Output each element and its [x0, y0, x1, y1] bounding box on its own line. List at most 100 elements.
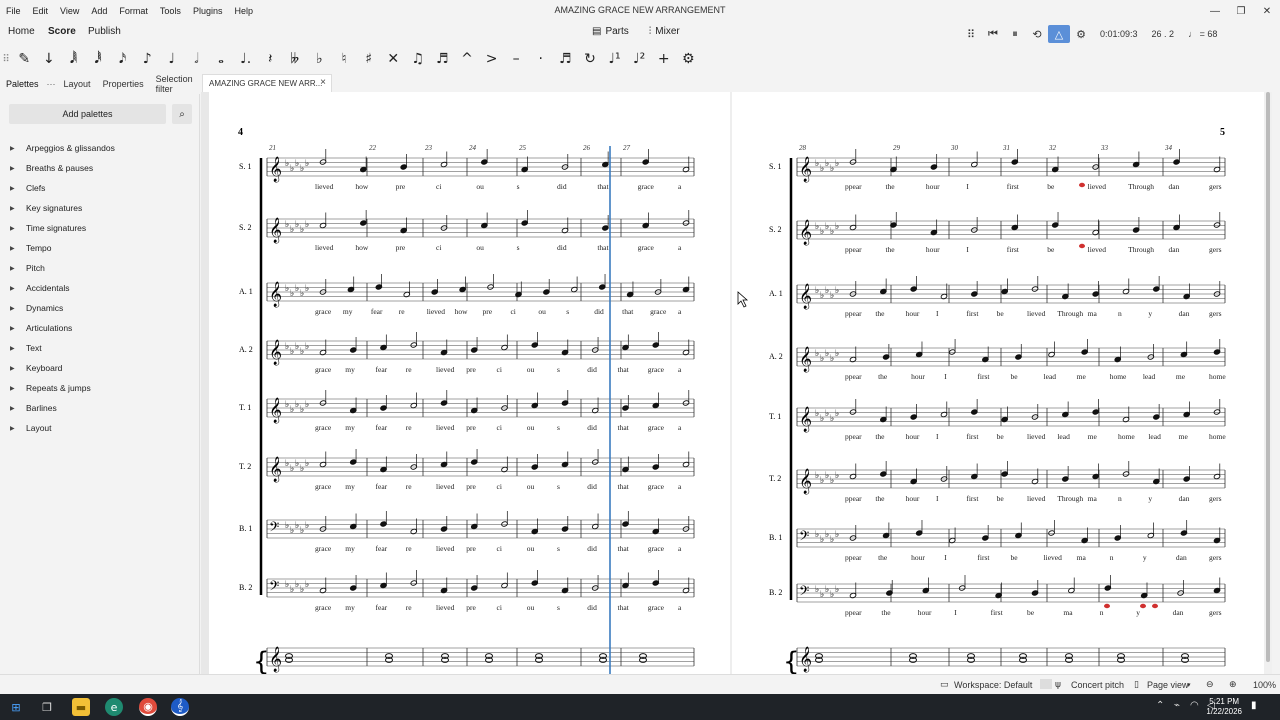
tab-layout[interactable]: Layout — [58, 74, 97, 94]
musescore-icon[interactable]: 𝄞 — [171, 698, 189, 716]
palette-item[interactable]: ▶ Time signatures — [10, 218, 115, 238]
menu-tools[interactable]: Tools — [154, 6, 187, 16]
eighth-note-icon[interactable]: ♪ — [135, 48, 160, 70]
palette-item[interactable]: ▶ Keyboard — [10, 358, 115, 378]
palette-item[interactable]: ▶ Arpeggios & glissandos — [10, 138, 115, 158]
palette-item[interactable]: ▶ Layout — [10, 418, 115, 438]
chevron-right-icon[interactable]: ▶ — [10, 365, 26, 372]
palette-item[interactable]: ▶ Tempo — [10, 238, 115, 258]
tie-icon[interactable]: ♫ — [406, 48, 431, 70]
chevron-right-icon[interactable]: ▶ — [10, 385, 26, 392]
customize-toolbar-icon[interactable]: ⚙ — [676, 48, 701, 70]
chevron-right-icon[interactable]: ▶ — [10, 305, 26, 312]
double-sharp-icon[interactable]: ✕ — [381, 48, 406, 70]
sixteenth-note-icon[interactable]: 𝅘𝅥𝅯 — [110, 48, 135, 70]
search-icon[interactable]: ⌕ — [172, 104, 192, 124]
scrollbar-thumb[interactable] — [1266, 92, 1270, 662]
tray-chevron-icon[interactable]: ⌃ — [1156, 700, 1164, 711]
playback-settings-icon[interactable]: ⚙ — [1070, 25, 1092, 43]
play-icon[interactable]: ⏸ — [1004, 25, 1026, 43]
workspace-selector[interactable]: Workspace: Default — [954, 680, 1032, 690]
score-canvas[interactable]: 4 5 21 22 23 24 25 26 27 S. 1 𝄞 ♭ ♭ ♭ ♭ ♭ lieved how pre ci… — [201, 92, 1272, 674]
note-input-pen-icon[interactable]: ✎ — [12, 48, 37, 70]
sharp-icon[interactable]: ♯ — [356, 48, 381, 70]
whole-note-icon[interactable]: 𝅝 — [209, 48, 234, 70]
chevron-right-icon[interactable]: ▶ — [10, 145, 26, 152]
close-icon[interactable]: × — [320, 77, 326, 88]
flip-direction-icon[interactable]: ↻ — [578, 48, 603, 70]
marcato-icon[interactable]: ^ — [455, 48, 480, 70]
parts-button[interactable]: ▤ Parts — [592, 26, 629, 37]
palette-item[interactable]: ▶ Articulations — [10, 318, 115, 338]
half-note-icon[interactable]: 𝅗𝅥 — [184, 48, 209, 70]
chevron-right-icon[interactable]: ▶ — [10, 325, 26, 332]
staccato-icon[interactable]: · — [528, 48, 553, 70]
maximize-button[interactable]: ❐ — [1228, 0, 1254, 22]
concert-pitch-toggle[interactable] — [1040, 679, 1052, 689]
thirtysecond-note-icon[interactable]: 𝅘𝅥𝅱 — [86, 48, 111, 70]
concert-pitch-label[interactable]: Concert pitch — [1071, 680, 1124, 690]
palette-item[interactable]: ▶ Accidentals — [10, 278, 115, 298]
add-icon[interactable]: + — [651, 48, 676, 70]
note-input-mode-icon[interactable]: ↓ — [37, 48, 62, 70]
chevron-right-icon[interactable]: ▶ — [10, 285, 26, 292]
chevron-down-icon[interactable]: ▾ — [1187, 681, 1191, 689]
rest-icon[interactable]: 𝄽 — [258, 48, 283, 70]
windows-start-icon[interactable]: ⊞ — [7, 698, 25, 716]
mixer-button[interactable]: ⫶ Mixer — [649, 26, 680, 37]
tuplet-icon[interactable]: ♬ — [553, 48, 578, 70]
palette-item[interactable]: ▶ Dynamics — [10, 298, 115, 318]
menu-add[interactable]: Add — [85, 6, 113, 16]
palette-item[interactable]: ▶ Pitch — [10, 258, 115, 278]
tab-home[interactable]: Home — [8, 26, 35, 37]
drag-handle-icon[interactable]: ⠿ — [960, 25, 982, 43]
chevron-right-icon[interactable]: ▶ — [10, 225, 26, 232]
metronome-icon[interactable]: △ — [1048, 25, 1070, 43]
palette-item[interactable]: ▶ Clefs — [10, 178, 115, 198]
accent-icon[interactable]: > — [479, 48, 504, 70]
zoom-out-icon[interactable]: ⊖ — [1206, 680, 1214, 690]
menu-help[interactable]: Help — [228, 6, 259, 16]
file-explorer-icon[interactable]: ▬ — [72, 698, 90, 716]
page-view-selector[interactable]: Page view — [1147, 680, 1189, 690]
wifi-icon[interactable]: ◠ — [1190, 700, 1199, 711]
slur-icon[interactable]: ♬ — [430, 48, 455, 70]
menu-format[interactable]: Format — [113, 6, 154, 16]
notifications-icon[interactable]: ▮ — [1251, 700, 1257, 711]
tenuto-icon[interactable]: – — [504, 48, 529, 70]
chevron-right-icon[interactable]: ▶ — [10, 165, 26, 172]
natural-icon[interactable]: ♮ — [332, 48, 357, 70]
sixtyfourth-note-icon[interactable]: 𝅘𝅥𝅲 — [61, 48, 86, 70]
minimize-button[interactable]: — — [1202, 0, 1228, 22]
drag-handle-icon[interactable]: ⠿ — [0, 48, 12, 70]
close-window-button[interactable]: ✕ — [1254, 0, 1280, 22]
menu-plugins[interactable]: Plugins — [187, 6, 229, 16]
palette-item[interactable]: ▶ Breaths & pauses — [10, 158, 115, 178]
more-options-icon[interactable]: ⋯ — [45, 74, 58, 94]
chevron-right-icon[interactable]: ▶ — [10, 405, 26, 412]
voice-2-icon[interactable]: ♩² — [627, 48, 652, 70]
chrome-icon[interactable]: ◉ — [139, 698, 157, 716]
palette-item[interactable]: ▶ Key signatures — [10, 198, 115, 218]
palette-item[interactable]: ▶ Repeats & jumps — [10, 378, 115, 398]
menu-view[interactable]: View — [54, 6, 85, 16]
flat-icon[interactable]: ♭ — [307, 48, 332, 70]
chevron-right-icon[interactable]: ▶ — [10, 245, 26, 252]
augmentation-dot-icon[interactable]: ♩. — [233, 48, 258, 70]
edge-icon[interactable]: e — [105, 698, 123, 716]
zoom-in-icon[interactable]: ⊕ — [1229, 680, 1237, 690]
add-palettes-button[interactable]: Add palettes — [9, 104, 166, 124]
loop-icon[interactable]: ⟲ — [1026, 25, 1048, 43]
quarter-note-icon[interactable]: ♩ — [160, 48, 185, 70]
palette-item[interactable]: ▶ Barlines — [10, 398, 115, 418]
double-flat-icon[interactable]: 𝄫 — [283, 48, 308, 70]
chevron-right-icon[interactable]: ▶ — [10, 205, 26, 212]
task-view-icon[interactable]: ❐ — [38, 698, 56, 716]
tab-publish[interactable]: Publish — [88, 26, 121, 37]
palette-item[interactable]: ▶ Text — [10, 338, 115, 358]
chevron-right-icon[interactable]: ▶ — [10, 345, 26, 352]
chevron-right-icon[interactable]: ▶ — [10, 265, 26, 272]
zoom-level[interactable]: 100% — [1253, 680, 1276, 690]
vertical-scrollbar[interactable] — [1264, 92, 1272, 674]
menu-edit[interactable]: Edit — [27, 6, 55, 16]
